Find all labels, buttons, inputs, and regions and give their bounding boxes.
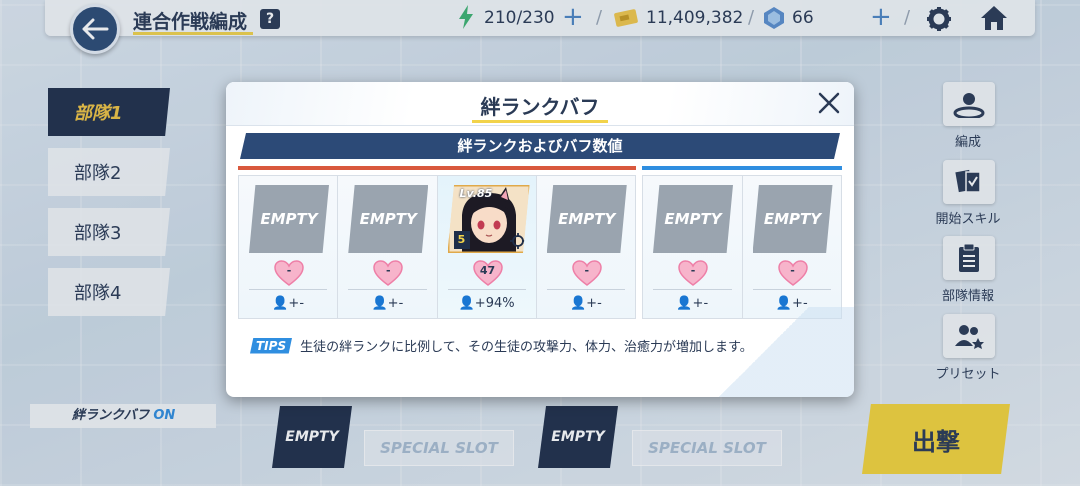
- divider: [653, 289, 732, 290]
- bond-rank: 47: [479, 264, 496, 277]
- special-slot-1: EMPTY - 👤+-: [643, 176, 743, 318]
- divider: [348, 289, 427, 290]
- bond-rank: -: [790, 264, 795, 277]
- empty-card: EMPTY: [546, 185, 627, 253]
- close-icon[interactable]: [816, 90, 842, 116]
- empty-card: EMPTY: [348, 185, 429, 253]
- special-slot-2: EMPTY - 👤+-: [742, 176, 841, 318]
- bond-rank: -: [690, 264, 696, 277]
- divider: [447, 289, 526, 290]
- bond-buff-icon: 👤+: [272, 296, 300, 311]
- tips-text: 生徒の絆ランクに比例して、その生徒の攻撃力、体力、治癒力が増加します。: [300, 340, 753, 355]
- bond-buff-icon: 👤+: [371, 296, 399, 311]
- buff-value: 👤+-: [338, 296, 436, 311]
- section-header: 絆ランクおよびバフ数値: [240, 133, 840, 159]
- divider: [546, 289, 625, 290]
- buff-value-text: -: [299, 296, 305, 311]
- buff-value-text: 94%: [485, 296, 515, 311]
- buff-value: 👤+-: [537, 296, 635, 311]
- buff-value: 👤+94%: [438, 296, 536, 311]
- striker-slot-3: Lv.85 5 47 👤+94%: [437, 176, 537, 318]
- striker-team-line: [238, 166, 636, 170]
- divider: [249, 289, 328, 290]
- divider: [752, 289, 831, 290]
- bond-buff-icon: 👤+: [569, 296, 598, 311]
- target-icon: [509, 233, 526, 249]
- bond-rank-buff-modal: 絆ランクバフ 絆ランクおよびバフ数値 EMPTY - 👤+- EMPTY - 👤…: [226, 82, 854, 397]
- striker-slot-1: EMPTY - 👤+-: [239, 176, 339, 318]
- striker-slots: EMPTY - 👤+- EMPTY - 👤+- Lv.85 5 47 👤+94%…: [238, 175, 636, 319]
- bond-buff-icon: 👤+: [458, 296, 486, 311]
- modal-title-underline: [472, 120, 608, 123]
- modal-title: 絆ランクバフ: [480, 95, 600, 119]
- special-slots: EMPTY - 👤+- EMPTY - 👤+-: [642, 175, 842, 319]
- empty-card: EMPTY: [752, 185, 833, 253]
- bond-rank: -: [286, 264, 292, 277]
- buff-value: 👤+-: [239, 296, 337, 311]
- buff-value-text: -: [398, 296, 404, 311]
- character-stars: 5: [453, 231, 470, 249]
- striker-slot-4: EMPTY - 👤+-: [536, 176, 635, 318]
- striker-slot-2: EMPTY - 👤+-: [338, 176, 438, 318]
- tips-row: TIPS 生徒の絆ランクに比例して、その生徒の攻撃力、体力、治癒力が増加します。: [250, 336, 753, 355]
- special-team-line: [642, 166, 842, 170]
- character-level: Lv.85: [459, 187, 493, 200]
- bond-rank: -: [584, 264, 590, 277]
- buff-value-text: -: [597, 296, 602, 311]
- tips-badge: TIPS: [250, 337, 293, 354]
- bond-rank: -: [385, 264, 391, 277]
- character-portrait: Lv.85 5: [447, 185, 530, 253]
- empty-card: EMPTY: [249, 185, 329, 253]
- empty-card: EMPTY: [653, 185, 733, 253]
